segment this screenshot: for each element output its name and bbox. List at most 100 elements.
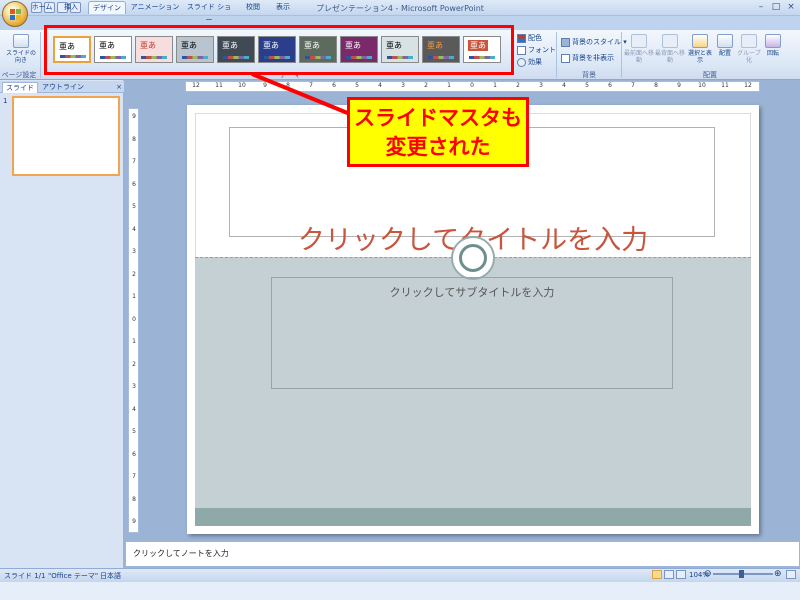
subtitle-placeholder-text: クリックしてサブタイトルを入力 xyxy=(389,286,555,299)
ruler-tick-label: 8 xyxy=(654,82,658,89)
status-language: 日本語 xyxy=(100,572,121,580)
ruler-tick-label: 11 xyxy=(215,82,223,89)
bring-to-front-icon xyxy=(631,34,647,48)
ribbon-separator xyxy=(40,32,41,78)
colors-icon xyxy=(517,33,526,43)
ruler-tick-label: 10 xyxy=(238,82,246,89)
send-to-back-icon xyxy=(662,34,678,48)
background-style-button[interactable]: 背景のスタイル ▾ xyxy=(561,37,627,47)
minimize-icon[interactable]: – xyxy=(754,2,768,13)
highlight-box xyxy=(44,25,514,75)
office-logo-icon xyxy=(10,9,21,20)
align-icon xyxy=(717,34,733,48)
close-icon[interactable]: × xyxy=(784,2,798,13)
group-label-page-setup: ページ設定 xyxy=(1,71,37,79)
ruler-tick-label: 2 xyxy=(132,270,136,278)
group-label-arrange: 配置 xyxy=(703,71,717,79)
panel-close-icon[interactable]: × xyxy=(114,82,124,93)
ruler-tick-label: 4 xyxy=(132,405,136,413)
ruler-tick-label: 8 xyxy=(132,135,136,143)
fonts-button[interactable]: フォント xyxy=(517,45,556,55)
callout-line-2: 変更された xyxy=(385,135,491,159)
ruler-tick-label: 4 xyxy=(378,82,382,89)
ruler-tick-label: 4 xyxy=(562,82,566,89)
bring-to-front-button[interactable]: 最前面へ移動 xyxy=(624,34,654,64)
checkbox-icon xyxy=(561,53,570,63)
slide-sorter-icon[interactable] xyxy=(664,570,674,579)
ruler-tick-label: 2 xyxy=(424,82,428,89)
align-button[interactable]: 配置 xyxy=(714,34,736,57)
tab-outline-panel[interactable]: アウトライン xyxy=(40,82,86,93)
ruler-tick-label: 4 xyxy=(132,225,136,233)
ruler-tick-label: 3 xyxy=(132,383,136,390)
callout-line-1: スライドマスタも xyxy=(354,106,522,130)
ruler-tick-label: 0 xyxy=(132,315,136,323)
tab-view[interactable]: 表示 xyxy=(270,1,296,14)
ruler-tick-label: 5 xyxy=(132,428,136,435)
ribbon-separator xyxy=(621,32,622,78)
slideshow-icon[interactable] xyxy=(676,570,686,579)
status-theme: "Office テーマ" xyxy=(48,572,99,580)
ruler-tick-label: 9 xyxy=(132,518,136,525)
status-slide: スライド 1/1 xyxy=(4,572,46,580)
ruler-tick-label: 3 xyxy=(401,82,405,89)
ruler-tick-label: 3 xyxy=(539,82,543,89)
hide-background-checkbox[interactable]: 背景を非表示 xyxy=(561,53,614,63)
fit-to-window-icon[interactable] xyxy=(786,570,796,579)
ruler-tick-label: 10 xyxy=(698,82,706,89)
ruler-tick-label: 5 xyxy=(132,203,136,210)
send-to-back-button[interactable]: 最背面へ移動 xyxy=(655,34,685,64)
ruler-tick-label: 9 xyxy=(677,82,681,89)
selection-pane-button[interactable]: 選択と表示 xyxy=(687,34,713,64)
slide-thumbnail[interactable] xyxy=(12,96,120,176)
ruler-tick-label: 12 xyxy=(744,82,752,89)
subtitle-placeholder[interactable]: クリックしてサブタイトルを入力 xyxy=(271,277,673,389)
rotate-button[interactable]: 回転 xyxy=(762,34,784,57)
ruler-tick-label: 1 xyxy=(132,293,136,300)
slide-orientation-button[interactable]: スライドの向き xyxy=(4,34,38,64)
slide-canvas[interactable]: クリックしてタイトルを入力 クリックしてサブタイトルを入力 xyxy=(187,105,759,534)
taskbar xyxy=(0,582,800,600)
ruler-tick-label: 1 xyxy=(493,82,497,89)
tab-slideshow[interactable]: スライド ショー xyxy=(184,1,234,24)
tab-slides-panel[interactable]: スライド xyxy=(2,82,38,93)
callout-pointer xyxy=(251,72,351,116)
normal-view-icon[interactable] xyxy=(652,570,662,579)
ruler-tick-label: 5 xyxy=(585,82,589,89)
ruler-tick-label: 2 xyxy=(132,360,136,368)
ruler-tick-label: 6 xyxy=(132,450,136,458)
fonts-icon xyxy=(517,45,526,55)
decorative-ring xyxy=(459,244,487,272)
tab-home[interactable]: ホーム xyxy=(30,1,54,14)
background-style-icon xyxy=(561,37,570,47)
thumb-number: 1 xyxy=(3,97,8,105)
tab-design[interactable]: デザイン xyxy=(88,1,126,14)
tab-insert[interactable]: 挿入 xyxy=(60,1,82,14)
tab-review[interactable]: 校閲 xyxy=(240,1,266,14)
ruler-tick-label: 1 xyxy=(447,82,451,89)
window-title: プレゼンテーション4 - Microsoft PowerPoint xyxy=(316,4,484,13)
effects-button[interactable]: 効果 xyxy=(517,57,542,67)
group-icon xyxy=(741,34,757,48)
notes-pane[interactable]: クリックしてノートを入力 xyxy=(125,541,800,567)
office-button[interactable] xyxy=(2,1,28,27)
footer-band xyxy=(195,508,751,526)
ruler-tick-label: 2 xyxy=(516,82,520,89)
maximize-icon[interactable]: □ xyxy=(769,2,783,13)
ruler-tick-label: 7 xyxy=(132,473,136,480)
orientation-icon xyxy=(13,34,29,48)
notes-placeholder: クリックしてノートを入力 xyxy=(133,549,229,558)
selection-pane-icon xyxy=(692,34,708,48)
tab-animation[interactable]: アニメーション xyxy=(130,1,180,14)
ruler-tick-label: 0 xyxy=(470,82,474,89)
ruler-tick-label: 11 xyxy=(721,82,729,89)
group-button[interactable]: グループ化 xyxy=(737,34,761,64)
ruler-tick-label: 6 xyxy=(608,82,612,89)
callout-label: スライドマスタも 変更された xyxy=(347,97,529,167)
colors-button[interactable]: 配色 xyxy=(517,33,542,43)
zoom-in-icon[interactable]: ⊕ xyxy=(774,569,782,579)
zoom-slider-thumb[interactable] xyxy=(739,570,744,578)
zoom-out-icon[interactable]: ⊖ xyxy=(704,569,712,579)
ruler-tick-label: 7 xyxy=(631,82,635,89)
ruler-tick-label: 3 xyxy=(132,248,136,255)
